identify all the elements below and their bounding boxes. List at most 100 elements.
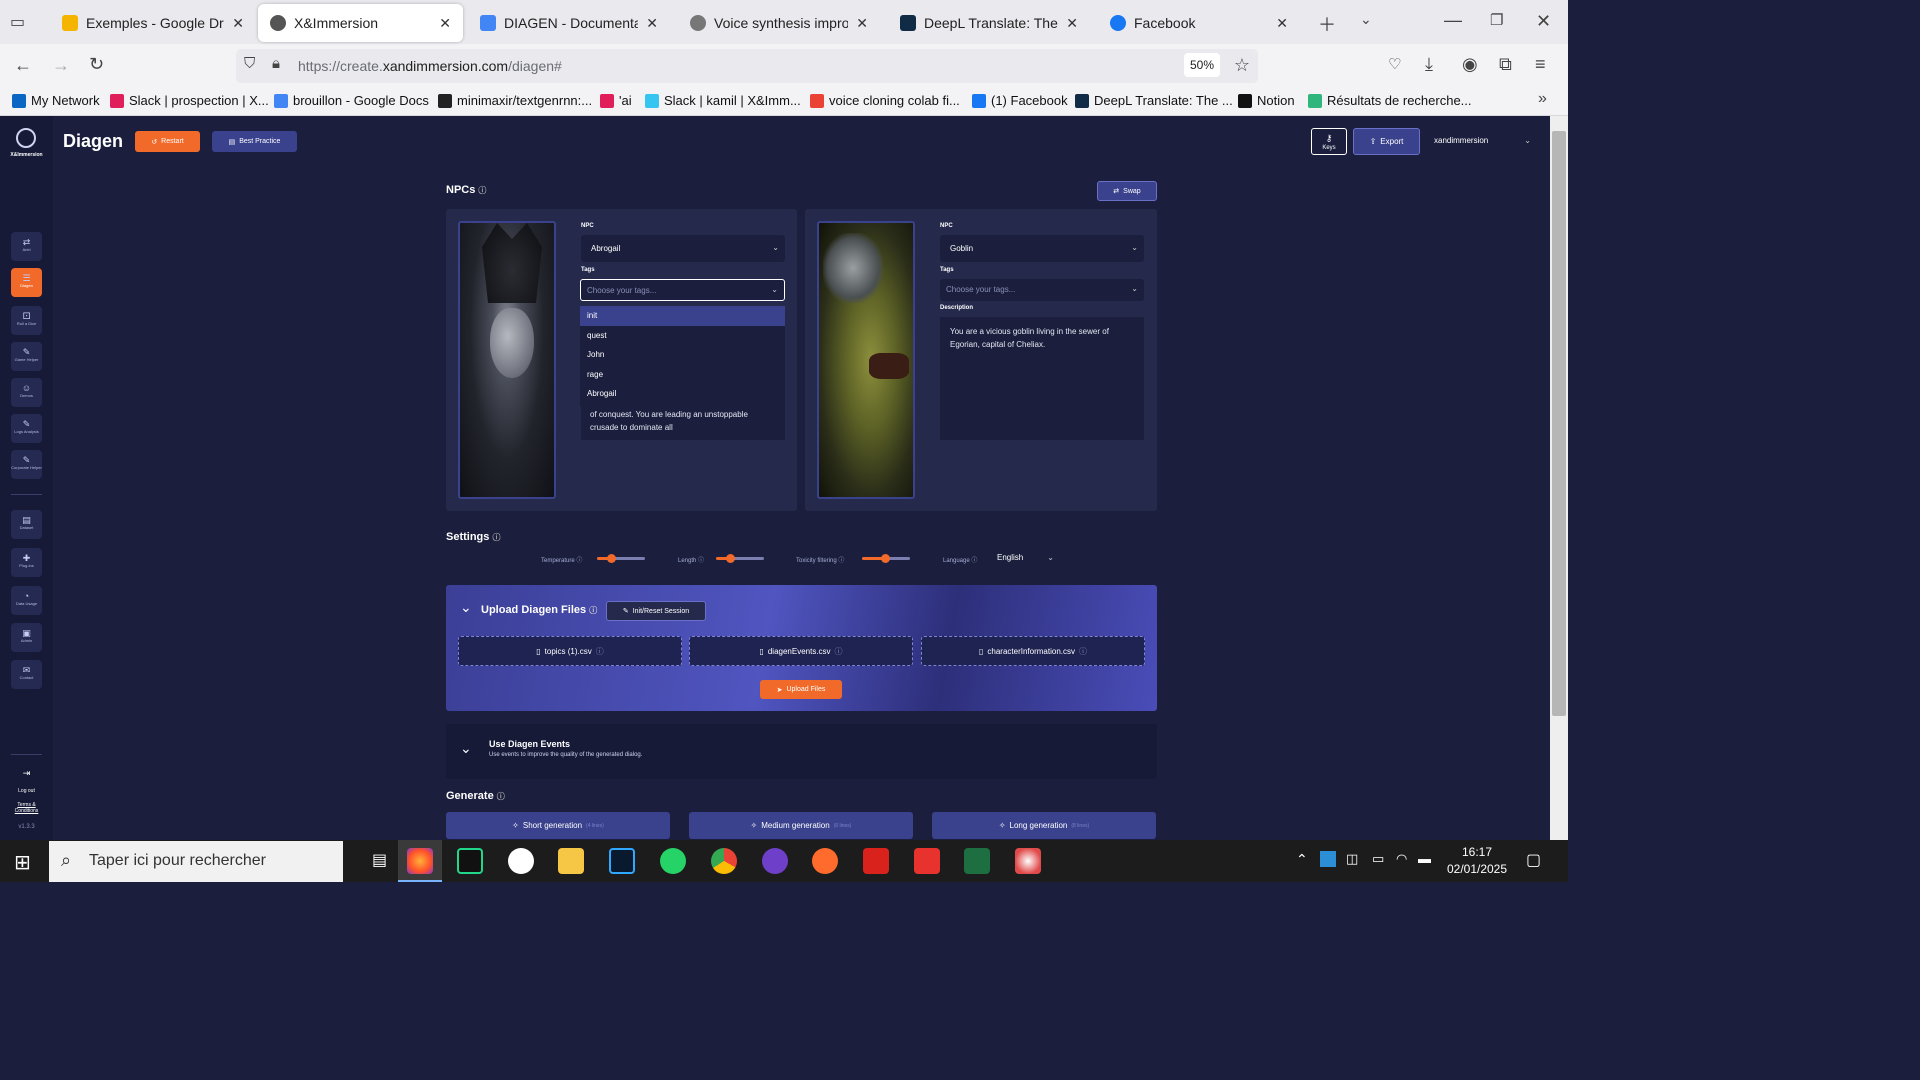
extensions-icon[interactable]: ⧉ [1499,54,1512,75]
sidebar-item-ariel[interactable]: ⇄ Ariel [11,232,42,261]
logout-button[interactable]: ⇥ Log out [11,768,42,797]
keys-button[interactable]: ⚷ Keys [1311,128,1347,155]
bookmark-item[interactable]: (1) Facebook [972,93,1068,108]
bookmark-item[interactable]: Résultats de recherche... [1308,93,1472,108]
bookmark-item[interactable]: 'ai [600,93,632,108]
download-icon[interactable]: ⤓ [1425,54,1433,75]
temperature-slider[interactable] [597,554,645,563]
slider-knob[interactable] [881,554,890,563]
bookmark-star-icon[interactable]: ☆ [1234,55,1250,76]
new-tab-icon[interactable]: ＋ [1318,11,1336,37]
info-icon[interactable]: ⓘ [596,646,604,657]
bookmark-item[interactable]: Notion [1238,93,1295,108]
sidebar-item-admin[interactable]: ▣ Admin [11,623,42,652]
bookmark-item[interactable]: Slack | prospection | X... [110,93,269,108]
paint-icon[interactable] [1015,848,1041,874]
info-icon[interactable]: ⓘ [492,533,500,542]
forward-icon[interactable]: → [52,55,70,76]
tag-option-quest[interactable]: quest [580,326,785,346]
shield-icon[interactable]: ⛉ [244,55,255,72]
terms-link[interactable]: Terms & Conditions [8,802,45,814]
sidebar-item-logs-analysis[interactable]: ✎ Logs Analysis [11,414,42,443]
sidebar-item-game-helper[interactable]: ✎ Game Helper [11,342,42,371]
zoom-level[interactable]: 50% [1183,53,1220,77]
file-explorer-icon[interactable] [558,848,584,874]
taskbar-search[interactable]: ⌕ Taper ici pour rechercher [49,841,343,882]
expand-chevron-icon[interactable]: ⌄ [460,740,472,757]
slider-knob[interactable] [607,554,616,563]
upload-files-button[interactable]: ➤ Upload Files [760,680,842,699]
events-section[interactable]: ⌄ Use Diagen Events Use events to improv… [446,724,1157,779]
notifications-icon[interactable]: ▢ [1526,850,1541,870]
whatsapp-icon[interactable] [660,848,686,874]
url-text[interactable]: https://create.xandimmersion.com/diagen# [298,58,562,74]
language-select[interactable]: English ⌄ [988,545,1060,570]
file-diagen-events[interactable]: ▯ diagenEvents.csv ⓘ [689,636,913,666]
firefox-icon[interactable] [407,848,433,874]
bookmark-item[interactable]: DeepL Translate: The ... [1075,93,1233,108]
info-icon[interactable]: ⓘ [835,646,843,657]
menu-icon[interactable]: ≡ [1535,54,1546,75]
close-icon[interactable]: ✕ [1066,15,1078,32]
more-bookmarks-icon[interactable]: » [1538,90,1547,108]
collapse-chevron-icon[interactable]: ⌄ [460,599,472,616]
task-view-icon[interactable]: ▤ [372,850,387,870]
restart-button[interactable]: ↺ Restart [135,131,200,152]
description-left[interactable]: of conquest. You are leading an unstoppa… [581,406,785,440]
photoshop-icon[interactable] [609,848,635,874]
tag-option-abrogail[interactable]: Abrogail [580,384,785,404]
display-icon[interactable]: ▭ [1372,851,1384,867]
info-icon[interactable]: ⓘ [497,792,505,801]
bookmark-item[interactable]: My Network [12,93,100,108]
best-practice-button[interactable]: ▤ Best Practice [212,131,297,152]
windows-start-icon[interactable]: ⊞ [14,850,31,875]
wifi-icon[interactable]: ◠ [1396,851,1407,867]
swap-button[interactable]: ⇄ Swap [1097,181,1157,201]
postman-icon[interactable] [812,848,838,874]
info-icon[interactable]: ⓘ [478,186,486,195]
acrobat-icon[interactable] [863,848,889,874]
account-icon[interactable]: ◉ [1462,54,1478,75]
file-topics[interactable]: ▯ topics (1).csv ⓘ [458,636,682,666]
tag-option-init[interactable]: init [580,306,785,326]
export-button[interactable]: ⇪ Export [1353,128,1420,155]
sidebar-item-contact[interactable]: ✉ Contact [11,660,42,689]
battery-icon[interactable]: ▬ [1418,851,1431,866]
info-icon[interactable]: ⓘ [1079,646,1087,657]
tab-deepl[interactable]: DeepL Translate: The world ✕ [888,4,1090,42]
account-select[interactable]: xandimmersion ⌄ [1425,128,1537,155]
github-desktop-icon[interactable] [762,848,788,874]
tag-option-rage[interactable]: rage [580,365,785,385]
minimize-icon[interactable]: — [1444,10,1462,31]
short-generation-button[interactable]: ✧ Short generation (4 lines) [446,812,670,839]
info-icon[interactable]: ⓘ [589,606,597,615]
tab-xandimmersion[interactable]: X&Immersion ✕ [258,4,463,42]
slider-knob[interactable] [726,554,735,563]
init-reset-button[interactable]: ✎ Init/Reset Session [606,601,706,621]
pycharm-icon[interactable] [457,848,483,874]
sidebar-item-plug-ins[interactable]: ✚ Plug-ins [11,548,42,577]
close-icon[interactable]: ✕ [232,15,244,32]
npc-select-left[interactable]: Abrogail ⌄ [581,235,785,262]
bitdefender-icon[interactable] [914,848,940,874]
close-icon[interactable]: ✕ [439,15,451,32]
length-slider[interactable] [716,554,764,563]
toxicity-slider[interactable] [862,554,910,563]
medium-generation-button[interactable]: ✧ Medium generation (6 lines) [689,812,913,839]
sidebar-item-roll-a-dice[interactable]: ⚀ Roll a Dice [11,306,42,335]
scrollbar-thumb[interactable] [1552,131,1566,716]
reload-icon[interactable]: ↻ [89,54,104,75]
excel-icon[interactable] [964,848,990,874]
list-tabs-icon[interactable]: ⌄ [1360,11,1372,28]
tab-overview-icon[interactable]: ▭ [10,12,25,32]
sidebar-item-corporate-helper[interactable]: ✎ Corporate Helper [11,450,42,479]
close-icon[interactable]: ✕ [1276,15,1288,32]
sidebar-item-data-usage[interactable]: ◔ Data Usage [11,586,42,615]
tray-app-icon[interactable] [1320,851,1336,867]
description-right[interactable]: You are a vicious goblin living in the s… [940,317,1144,440]
slack-icon[interactable] [508,848,534,874]
close-icon[interactable]: ✕ [646,15,658,32]
restore-icon[interactable]: ❐ [1490,11,1503,29]
url-bar[interactable]: ⛉ 🔒︎ https://create.xandimmersion.com/di… [236,49,1258,83]
bookmark-item[interactable]: Slack | kamil | X&Imm... [645,93,801,108]
